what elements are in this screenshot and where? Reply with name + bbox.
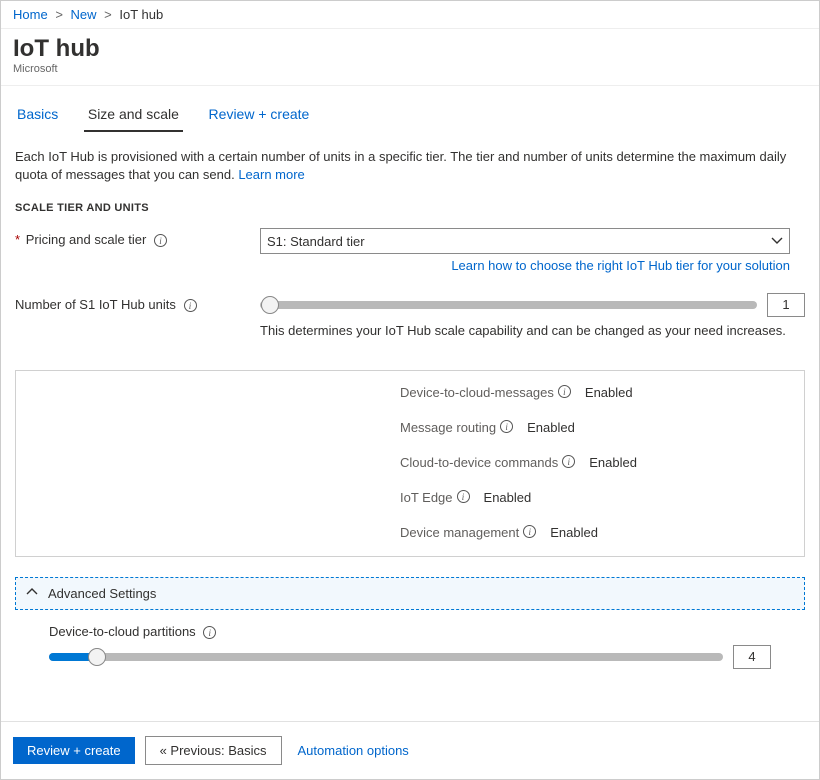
feature-label: Device management: [400, 525, 519, 540]
features-box: Device-to-cloud-messages i Enabled Messa…: [15, 370, 805, 557]
feature-value: Enabled: [585, 385, 633, 400]
info-icon[interactable]: i: [558, 385, 571, 398]
page-subtitle: Microsoft: [13, 63, 807, 75]
footer: Review + create « Previous: Basics Autom…: [1, 721, 819, 779]
feature-value: Enabled: [589, 455, 637, 470]
pricing-tier-help-link[interactable]: Learn how to choose the right IoT Hub ti…: [260, 258, 790, 273]
units-hint: This determines your IoT Hub scale capab…: [260, 323, 805, 338]
intro-text: Each IoT Hub is provisioned with a certa…: [15, 148, 805, 184]
info-icon[interactable]: i: [523, 525, 536, 538]
slider-track: [49, 653, 723, 661]
pricing-tier-select[interactable]: S1: Standard tier: [260, 228, 790, 254]
feature-label: Cloud-to-device commands: [400, 455, 558, 470]
learn-more-link[interactable]: Learn more: [238, 167, 304, 182]
tab-size-and-scale[interactable]: Size and scale: [84, 100, 183, 132]
breadcrumb-home[interactable]: Home: [13, 7, 48, 22]
info-icon[interactable]: i: [203, 626, 216, 639]
units-label: Number of S1 IoT Hub units: [15, 297, 176, 312]
review-create-button[interactable]: Review + create: [13, 737, 135, 764]
info-icon[interactable]: i: [500, 420, 513, 433]
previous-basics-button[interactable]: « Previous: Basics: [145, 736, 282, 765]
pricing-tier-label: Pricing and scale tier: [26, 232, 147, 247]
feature-value: Enabled: [550, 525, 598, 540]
partitions-value-input[interactable]: 4: [733, 645, 771, 669]
units-slider[interactable]: [260, 296, 757, 314]
chevron-up-icon: [26, 586, 38, 601]
info-icon[interactable]: i: [184, 299, 197, 312]
chevron-down-icon: [771, 235, 783, 247]
slider-thumb[interactable]: [88, 648, 106, 666]
info-icon[interactable]: i: [562, 455, 575, 468]
feature-value: Enabled: [527, 420, 575, 435]
partitions-label: Device-to-cloud partitions: [49, 624, 196, 639]
info-icon[interactable]: i: [154, 234, 167, 247]
tab-basics[interactable]: Basics: [13, 100, 62, 130]
page-title: IoT hub: [13, 35, 807, 63]
advanced-settings-body: Device-to-cloud partitions i 4: [15, 624, 805, 675]
feature-label: Device-to-cloud-messages: [400, 385, 554, 400]
breadcrumb-new[interactable]: New: [71, 7, 97, 22]
tabs: Basics Size and scale Review + create: [1, 100, 819, 132]
intro-text-body: Each IoT Hub is provisioned with a certa…: [15, 149, 786, 182]
feature-label: Message routing: [400, 420, 496, 435]
slider-track: [260, 301, 757, 309]
advanced-settings-title: Advanced Settings: [48, 586, 156, 601]
partitions-slider[interactable]: [49, 648, 723, 666]
required-marker: *: [15, 232, 20, 247]
info-icon[interactable]: i: [457, 490, 470, 503]
advanced-settings-toggle[interactable]: Advanced Settings: [15, 577, 805, 610]
automation-options-link[interactable]: Automation options: [298, 743, 409, 758]
feature-value: Enabled: [484, 490, 532, 505]
chevron-right-icon: >: [104, 7, 112, 22]
breadcrumb: Home > New > IoT hub: [1, 1, 819, 29]
page-header: IoT hub Microsoft: [1, 29, 819, 86]
feature-label: IoT Edge: [400, 490, 453, 505]
slider-thumb[interactable]: [261, 296, 279, 314]
tab-review-create[interactable]: Review + create: [205, 100, 314, 130]
breadcrumb-current: IoT hub: [119, 7, 163, 22]
pricing-tier-value: S1: Standard tier: [267, 234, 365, 249]
units-value-input[interactable]: 1: [767, 293, 805, 317]
section-heading-scale: SCALE TIER AND UNITS: [15, 202, 805, 214]
chevron-right-icon: >: [55, 7, 63, 22]
